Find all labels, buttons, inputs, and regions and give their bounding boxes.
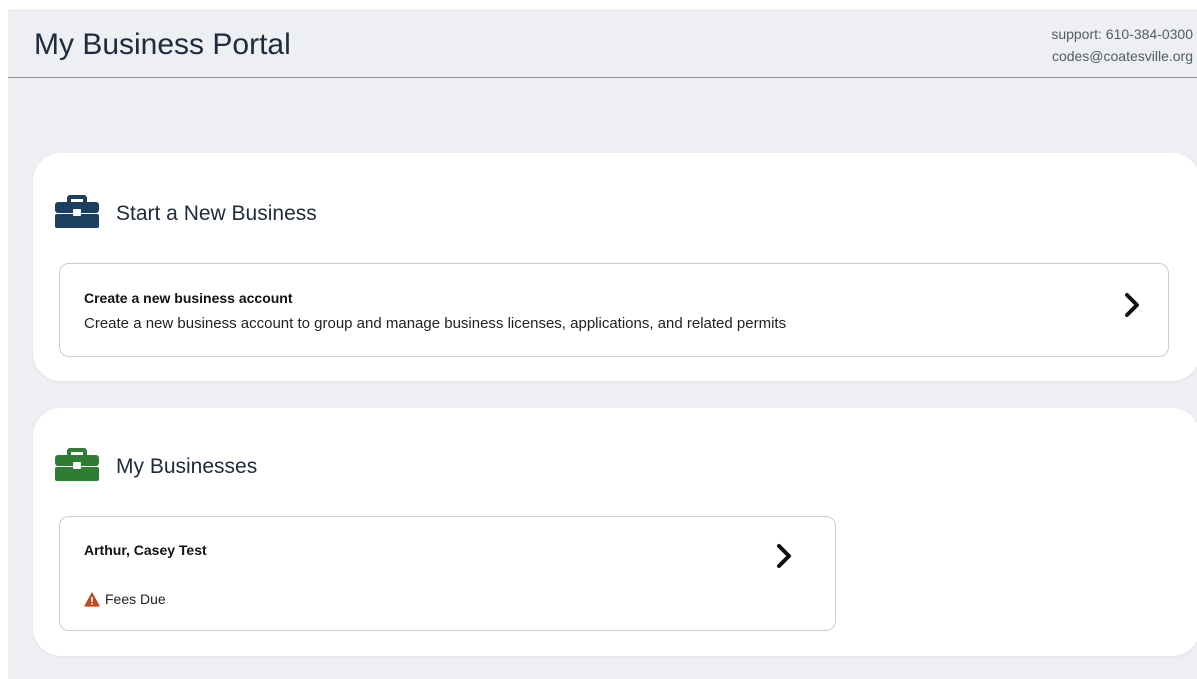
my-businesses-card: My Businesses Arthur, Casey Test Fees Du… xyxy=(33,408,1197,656)
business-status: Fees Due xyxy=(84,591,166,607)
briefcase-icon xyxy=(55,193,99,234)
start-business-header: Start a New Business xyxy=(55,193,317,234)
create-account-description: Create a new business account to group a… xyxy=(84,315,787,332)
support-phone: support: 610-384-0300 xyxy=(1051,26,1193,42)
create-account-title: Create a new business account xyxy=(84,290,293,306)
header-bar: My Business Portal support: 610-384-0300… xyxy=(8,11,1197,78)
my-businesses-header: My Businesses xyxy=(55,446,257,487)
page-title: My Business Portal xyxy=(34,28,291,61)
status-label: Fees Due xyxy=(105,591,166,607)
chevron-right-icon xyxy=(776,543,792,574)
business-name: Arthur, Casey Test xyxy=(84,542,207,558)
create-business-account-button[interactable]: Create a new business account Create a n… xyxy=(59,263,1169,357)
briefcase-icon xyxy=(55,446,99,487)
chevron-right-icon xyxy=(1124,292,1140,323)
business-card-item[interactable]: Arthur, Casey Test Fees Due xyxy=(59,516,836,631)
my-businesses-title: My Businesses xyxy=(116,454,258,478)
start-business-title: Start a New Business xyxy=(116,201,317,225)
warning-icon xyxy=(84,591,100,607)
support-info: support: 610-384-0300 codes@coatesville.… xyxy=(1051,23,1193,67)
start-business-card: Start a New Business Create a new busine… xyxy=(33,153,1197,381)
page: My Business Portal support: 610-384-0300… xyxy=(8,10,1197,679)
support-email: codes@coatesville.org xyxy=(1051,48,1193,64)
